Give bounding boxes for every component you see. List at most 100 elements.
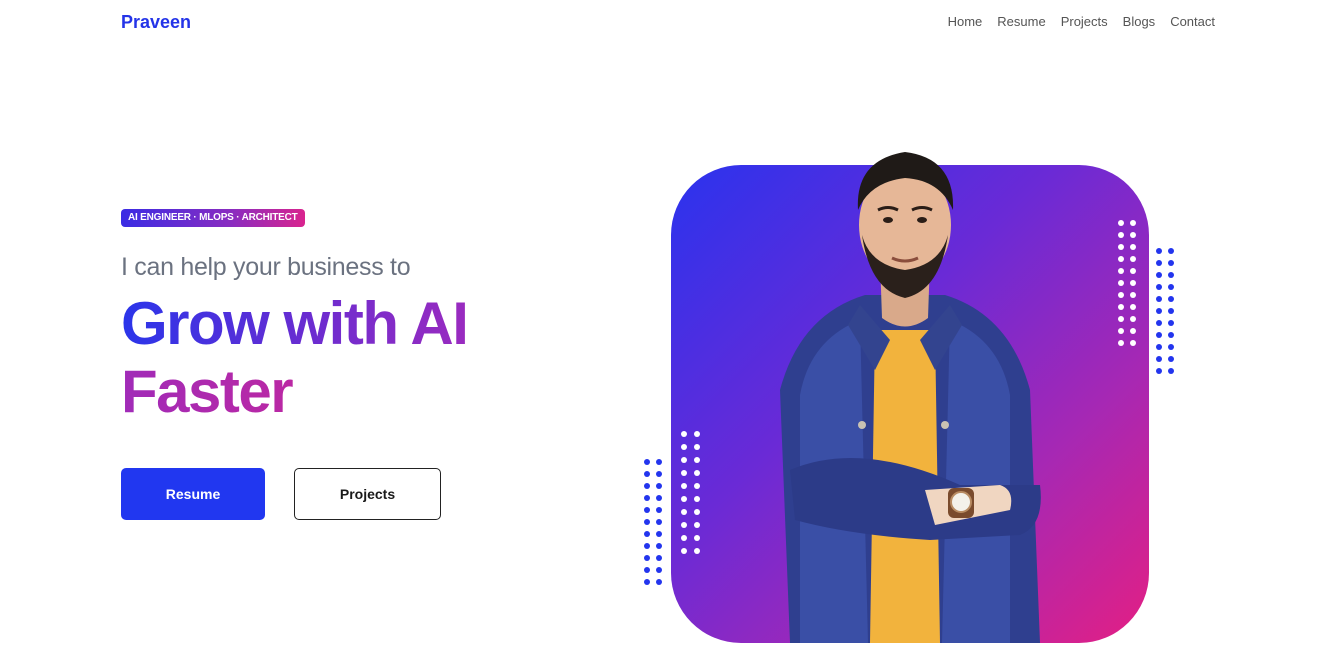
- decorative-dot: [1168, 284, 1174, 290]
- decorative-dot: [681, 457, 687, 463]
- decorative-dot: [1130, 304, 1136, 310]
- decorative-dot: [1118, 268, 1124, 274]
- decorative-dot: [1168, 368, 1174, 374]
- decorative-dot: [1118, 316, 1124, 322]
- decorative-dot: [644, 483, 650, 489]
- decorative-dot: [694, 535, 700, 541]
- decorative-dot: [1168, 344, 1174, 350]
- decorative-dot: [1118, 292, 1124, 298]
- decorative-dots-left-white: [681, 431, 700, 554]
- decorative-dot: [656, 531, 662, 537]
- decorative-dot: [1156, 248, 1162, 254]
- decorative-dot: [644, 555, 650, 561]
- projects-button[interactable]: Projects: [294, 468, 441, 520]
- decorative-dot: [1130, 220, 1136, 226]
- top-nav: Praveen Home Resume Projects Blogs Conta…: [0, 0, 1341, 44]
- portrait-photo: [780, 152, 1041, 643]
- decorative-dot: [1168, 296, 1174, 302]
- decorative-dot: [656, 483, 662, 489]
- decorative-dot: [1156, 260, 1162, 266]
- decorative-dot: [1118, 328, 1124, 334]
- decorative-dot: [1118, 280, 1124, 286]
- decorative-dot: [1130, 232, 1136, 238]
- nav-menu: Home Resume Projects Blogs Contact: [948, 14, 1215, 29]
- decorative-dot: [1156, 356, 1162, 362]
- headline-line-2: Faster: [121, 358, 467, 426]
- decorative-dot: [681, 444, 687, 450]
- decorative-dot: [1156, 308, 1162, 314]
- decorative-dot: [644, 507, 650, 513]
- decorative-dot: [694, 431, 700, 437]
- decorative-dot: [681, 470, 687, 476]
- decorative-dot: [1156, 368, 1162, 374]
- decorative-dot: [656, 471, 662, 477]
- decorative-dot: [656, 507, 662, 513]
- decorative-dot: [1118, 304, 1124, 310]
- decorative-dot: [1130, 244, 1136, 250]
- nav-item-contact[interactable]: Contact: [1170, 14, 1215, 29]
- decorative-dot: [681, 431, 687, 437]
- decorative-dot: [1168, 356, 1174, 362]
- decorative-dot: [681, 522, 687, 528]
- decorative-dot: [656, 543, 662, 549]
- decorative-dot: [694, 483, 700, 489]
- decorative-dot: [1118, 256, 1124, 262]
- decorative-dot: [1118, 232, 1124, 238]
- decorative-dot: [1130, 328, 1136, 334]
- decorative-dot: [1130, 280, 1136, 286]
- decorative-dot: [656, 567, 662, 573]
- decorative-dots-right-blue: [1156, 248, 1174, 374]
- decorative-dot: [1168, 320, 1174, 326]
- decorative-dot: [644, 519, 650, 525]
- decorative-dot: [644, 531, 650, 537]
- nav-item-home[interactable]: Home: [948, 14, 983, 29]
- decorative-dot: [694, 509, 700, 515]
- decorative-dot: [694, 548, 700, 554]
- decorative-dot: [1156, 296, 1162, 302]
- decorative-dot: [1130, 340, 1136, 346]
- decorative-dot: [1156, 344, 1162, 350]
- decorative-dot: [656, 579, 662, 585]
- decorative-dot: [1130, 292, 1136, 298]
- decorative-dot: [1156, 332, 1162, 338]
- decorative-dot: [1130, 316, 1136, 322]
- decorative-dot: [1118, 220, 1124, 226]
- decorative-dots-right-white: [1118, 220, 1136, 346]
- decorative-dot: [1168, 248, 1174, 254]
- decorative-dot: [681, 548, 687, 554]
- nav-item-blogs[interactable]: Blogs: [1123, 14, 1156, 29]
- decorative-dot: [681, 509, 687, 515]
- nav-item-projects[interactable]: Projects: [1061, 14, 1108, 29]
- decorative-dot: [656, 519, 662, 525]
- brand-logo[interactable]: Praveen: [121, 12, 191, 33]
- decorative-dot: [681, 535, 687, 541]
- role-badge: AI ENGINEER · MLOPS · ARCHITECT: [121, 209, 305, 227]
- decorative-dots-left-blue: [644, 459, 662, 585]
- decorative-dot: [1156, 272, 1162, 278]
- decorative-dot: [644, 579, 650, 585]
- decorative-dot: [1130, 256, 1136, 262]
- decorative-dot: [694, 496, 700, 502]
- decorative-dot: [1156, 320, 1162, 326]
- decorative-dot: [1168, 332, 1174, 338]
- decorative-dot: [644, 543, 650, 549]
- nav-item-resume[interactable]: Resume: [997, 14, 1045, 29]
- decorative-dot: [644, 495, 650, 501]
- decorative-dot: [656, 495, 662, 501]
- resume-button[interactable]: Resume: [121, 468, 265, 520]
- decorative-dot: [1130, 268, 1136, 274]
- decorative-dot: [694, 470, 700, 476]
- decorative-dot: [1168, 272, 1174, 278]
- decorative-dot: [694, 444, 700, 450]
- decorative-dot: [644, 459, 650, 465]
- decorative-dot: [694, 457, 700, 463]
- decorative-dot: [694, 522, 700, 528]
- headline-line-1: Grow with AI: [121, 290, 469, 357]
- decorative-dot: [1156, 284, 1162, 290]
- decorative-dot: [1168, 308, 1174, 314]
- decorative-dot: [644, 471, 650, 477]
- decorative-dot: [1118, 340, 1124, 346]
- decorative-dot: [1168, 260, 1174, 266]
- hero-headline: Grow with AI Faster: [121, 290, 469, 426]
- decorative-dot: [644, 567, 650, 573]
